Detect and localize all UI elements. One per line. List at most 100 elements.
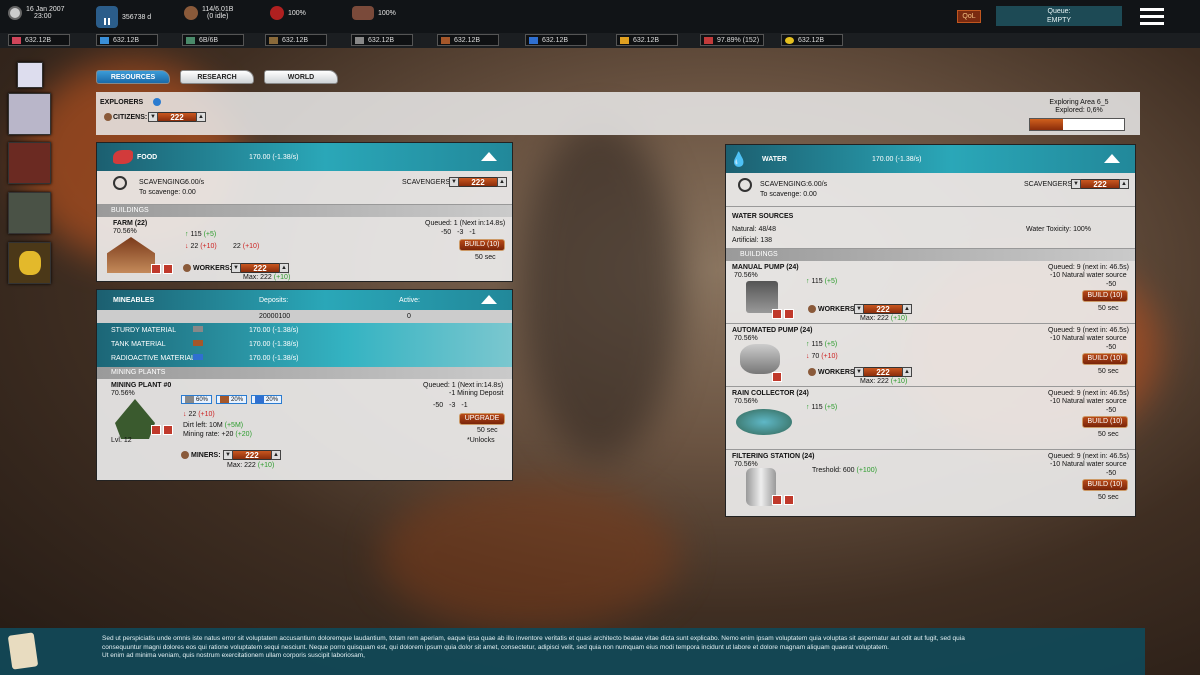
demolish-icon[interactable] (772, 495, 782, 505)
farm-build-button[interactable]: BUILD (10) (459, 239, 505, 251)
trash-icon[interactable] (784, 495, 794, 505)
deposits-row: 20000100 0 (97, 310, 512, 323)
workers-stepper[interactable]: ▼ 222 ▲ (854, 367, 912, 377)
scavengers-stepper[interactable]: ▼ 222 ▲ (449, 177, 507, 187)
demolish-icon[interactable] (151, 264, 161, 274)
scroll-icon (7, 632, 39, 670)
info-icon[interactable] (153, 98, 161, 106)
ratio-stone[interactable]: 60% (181, 395, 213, 404)
res-value: 632.12B (633, 36, 660, 44)
increase-icon[interactable]: ▲ (271, 450, 281, 460)
build-button[interactable]: BUILD (10) (1082, 479, 1128, 491)
heart-icon (270, 6, 284, 20)
sidebar-gold-button[interactable] (8, 242, 51, 284)
collapse-icon[interactable] (1104, 154, 1120, 163)
tab-world[interactable]: WORLD (264, 70, 338, 84)
pop-text: 114/6.01B (202, 6, 234, 13)
increase-icon[interactable]: ▲ (902, 367, 912, 377)
miners-stepper[interactable]: ▼ 222 ▲ (223, 450, 281, 460)
plant-level: Lvl. 12 (111, 437, 132, 444)
max-workers: Max: 222 (860, 378, 889, 385)
top-bar: 16 Jan 2007 23:00 356738 d 114/6.01B (0 id… (0, 0, 1200, 33)
prod-value: 115 (811, 278, 823, 285)
sidebar-map-button[interactable] (8, 93, 51, 135)
queue-box[interactable]: Queue: EMPTY (996, 6, 1122, 26)
trash-icon[interactable] (163, 425, 173, 435)
pause-icon[interactable] (96, 6, 118, 28)
upgrade-button[interactable]: UPGRADE (459, 413, 505, 425)
plant-name: MINING PLANT #0 (111, 382, 172, 389)
build-button[interactable]: BUILD (10) (1082, 353, 1128, 365)
decrease-icon[interactable]: ▼ (148, 112, 158, 122)
water-scavengers-stepper[interactable]: ▼ 222 ▲ (1071, 179, 1129, 189)
message-line: Sed ut perspiciatis unde omnis iste natu… (102, 635, 965, 642)
sidebar-explore-button[interactable] (17, 62, 43, 88)
decrease-icon[interactable]: ▼ (854, 367, 864, 377)
farm-cost1: 22 (190, 243, 199, 250)
increase-icon[interactable]: ▲ (196, 112, 206, 122)
increase-icon[interactable]: ▲ (497, 177, 507, 187)
building-pct: 70.56% (734, 335, 758, 342)
trash-icon[interactable] (784, 309, 794, 319)
miner-icon (181, 451, 189, 459)
water-title: WATER (762, 156, 787, 163)
farm-workers-stepper[interactable]: ▼ 222 ▲ (231, 263, 289, 273)
health: 100% (270, 6, 306, 20)
build-button[interactable]: BUILD (10) (1082, 416, 1128, 428)
brick-icon (220, 396, 230, 403)
decrease-icon[interactable]: ▼ (231, 263, 241, 273)
cost-bonus: (+10) (821, 353, 838, 360)
decrease-icon[interactable]: ▼ (854, 304, 864, 314)
res-brick: 632.12B (437, 34, 499, 46)
farm-name: FARM (22) (113, 220, 148, 227)
max-bonus: (+10) (273, 274, 291, 281)
cost-c: -1 (469, 229, 476, 236)
source-cost: -10 Natural water source (1050, 335, 1127, 342)
farm-cost1-bonus: (+10) (200, 243, 217, 250)
sidebar-craft-button[interactable] (8, 192, 51, 234)
bottle-icon (186, 36, 195, 44)
main-tabs: RESOURCES RESEARCH WORLD (96, 70, 338, 84)
explorers-title: EXPLORERS (100, 99, 144, 106)
ratio-value: 20% (266, 396, 279, 403)
source-cost: -10 Natural water source (1050, 461, 1127, 468)
water-header: 💧 WATER 170.00 (-1.38/s) (726, 145, 1135, 173)
increase-icon[interactable]: ▲ (902, 304, 912, 314)
qol-button[interactable]: QoL (957, 10, 981, 23)
farm-pct: 70.56% (113, 228, 137, 235)
tab-research[interactable]: RESEARCH (180, 70, 254, 84)
ratio-crystal[interactable]: 20% (251, 395, 283, 404)
citizens-stepper[interactable]: ▼ 222 ▲ (148, 112, 206, 122)
increase-icon[interactable]: ▲ (279, 263, 289, 273)
decrease-icon[interactable]: ▼ (223, 450, 233, 460)
plant-pct: 70.56% (111, 390, 135, 397)
stone-icon (185, 396, 194, 403)
max-bonus: (+10) (890, 378, 908, 385)
meat-text: 100% (378, 9, 396, 17)
tab-resources[interactable]: RESOURCES (96, 70, 170, 84)
decrease-icon[interactable]: ▼ (1071, 179, 1081, 189)
sidebar-character-button[interactable] (8, 142, 51, 184)
scavengers-label: SCAVENGERS: (402, 179, 453, 186)
demolish-icon[interactable] (772, 372, 782, 382)
building-name: FILTERING STATION (24) (732, 453, 815, 460)
workers-stepper[interactable]: ▼ 222 ▲ (854, 304, 912, 314)
building-name: MANUAL PUMP (24) (732, 264, 799, 271)
trash-icon[interactable] (163, 264, 173, 274)
water-panel: 💧 WATER 170.00 (-1.38/s) SCAVENGING: 6.0… (725, 144, 1136, 517)
demolish-icon[interactable] (151, 425, 161, 435)
hamburger-menu-icon[interactable] (1140, 8, 1164, 25)
demolish-icon[interactable] (772, 309, 782, 319)
cost-a: -50 (441, 229, 452, 236)
decrease-icon[interactable]: ▼ (449, 177, 459, 187)
stone-icon (193, 326, 203, 332)
res-value: 6B/6B (199, 36, 219, 44)
collapse-icon[interactable] (481, 295, 497, 304)
days-counter[interactable]: 356738 d (96, 6, 151, 28)
increase-icon[interactable]: ▲ (1119, 179, 1129, 189)
collapse-icon[interactable] (481, 152, 497, 161)
ratio-brick[interactable]: 20% (216, 395, 248, 404)
cost-c: -1 (461, 402, 468, 409)
manual-pump-row: MANUAL PUMP (24) 70.56% ↑ 115 (+5) WORKE… (726, 261, 1135, 324)
build-button[interactable]: BUILD (10) (1082, 290, 1128, 302)
